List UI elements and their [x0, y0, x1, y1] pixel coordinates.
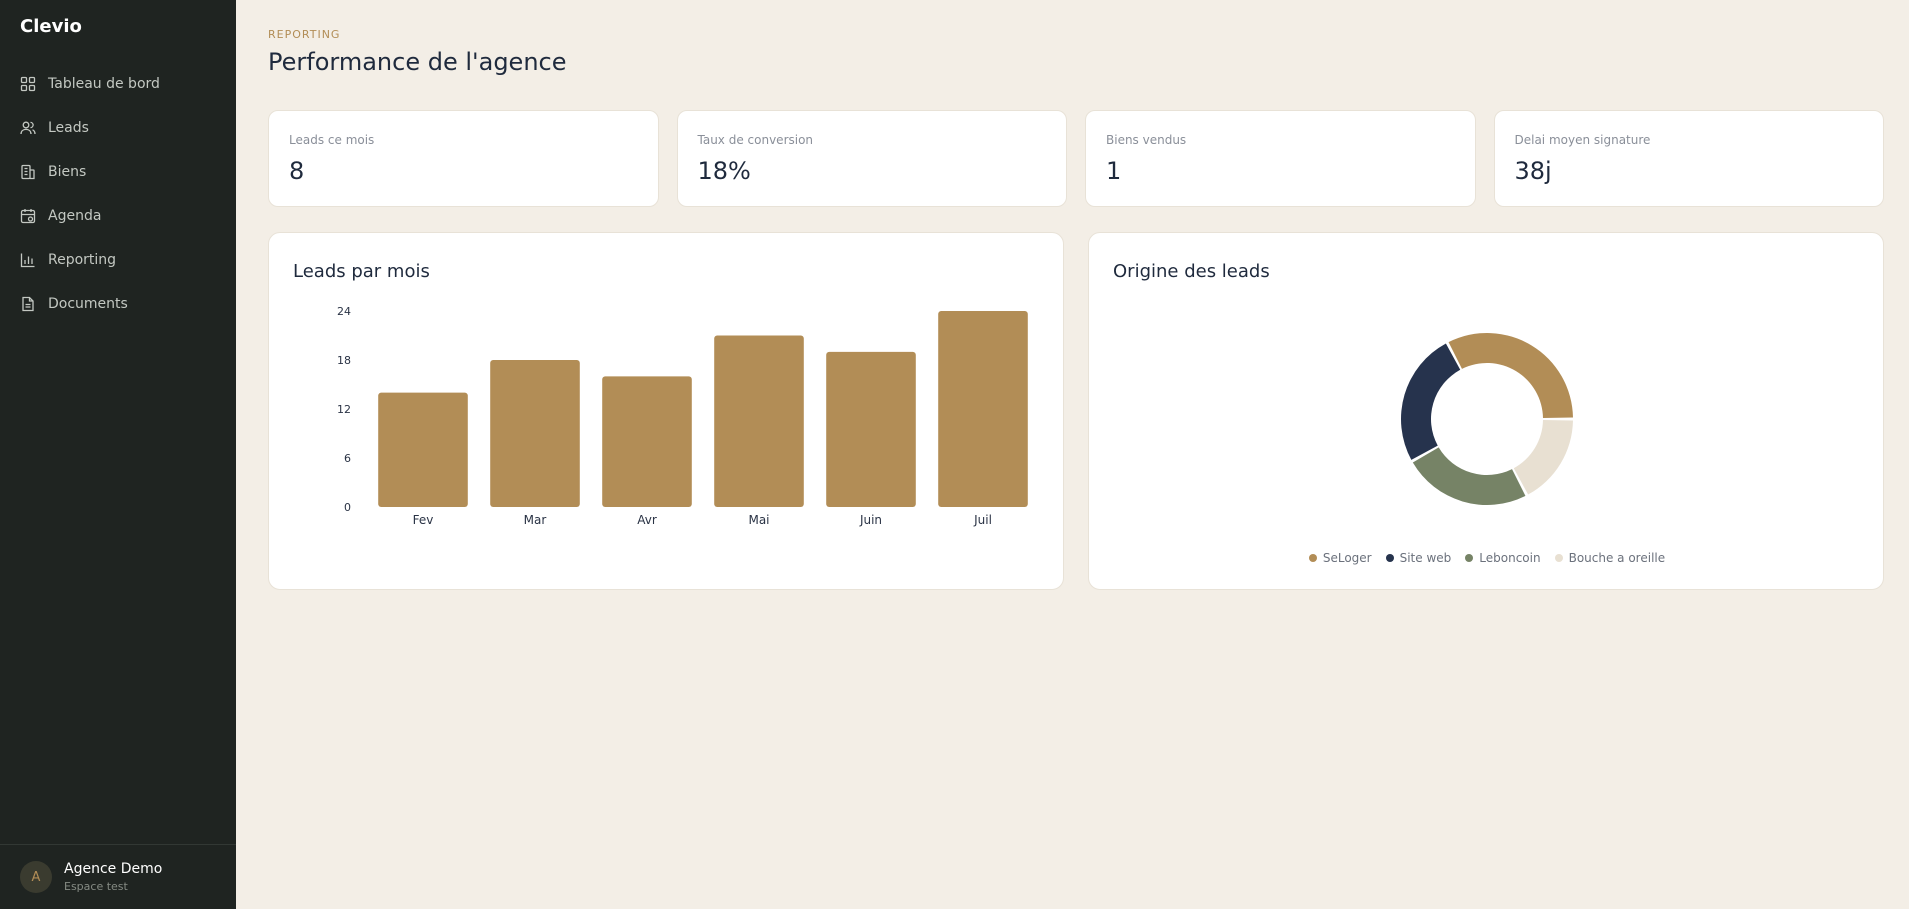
kpi-row: Leads ce mois 8 Taux de conversion 18% B… [268, 110, 1884, 207]
bar-chart: 0 6 12 18 24 Fev Mar Avr Mai Juin Juil [337, 305, 1028, 527]
sidebar-item-label: Leads [48, 120, 89, 136]
y-tick-label: 12 [337, 403, 351, 416]
sidebar-item-label: Biens [48, 164, 87, 180]
sidebar-item-leads[interactable]: Leads [0, 106, 236, 150]
donut-slice-site-web [1401, 343, 1461, 460]
sidebar-item-label: Documents [48, 296, 128, 312]
app-logo[interactable]: Clevio [20, 16, 82, 37]
user-profile[interactable]: A Agence Demo Espace test [0, 844, 236, 909]
y-tick-label: 6 [344, 452, 351, 465]
sidebar-item-label: Reporting [48, 252, 117, 268]
page-eyebrow: REPORTING [268, 28, 341, 41]
kpi-card-delai: Delai moyen signature 38j [1493, 110, 1884, 207]
sidebar-item-agenda[interactable]: Agenda [0, 194, 236, 238]
legend-swatch [1465, 554, 1474, 562]
kpi-value: 38j [1514, 157, 1552, 185]
x-tick-label: Juin [859, 513, 882, 527]
sidebar-item-documents[interactable]: Documents [0, 282, 236, 326]
legend-label: SeLoger [1322, 551, 1372, 565]
legend-label: Bouche a oreille [1568, 551, 1666, 565]
bar-fev [378, 392, 468, 507]
donut-chart [1401, 333, 1573, 505]
kpi-card-leads: Leads ce mois 8 [268, 110, 659, 207]
sidebar-nav: Tableau de bord Leads Biens Agenda Repor… [0, 62, 236, 326]
kpi-label: Taux de conversion [697, 133, 814, 147]
y-tick-label: 24 [337, 305, 351, 318]
kpi-card-conversion: Taux de conversion 18% [676, 110, 1067, 207]
sidebar-item-label: Agenda [48, 208, 102, 224]
legend-swatch [1554, 554, 1563, 562]
y-tick-label: 0 [344, 501, 351, 514]
legend-swatch [1308, 554, 1317, 562]
bar-juil [938, 311, 1028, 507]
x-tick-label: Fev [413, 513, 434, 527]
user-subtitle: Espace test [64, 880, 128, 893]
kpi-label: Biens vendus [1106, 133, 1187, 147]
donut-chart-title: Origine des leads [1113, 261, 1270, 282]
users-icon [20, 120, 36, 136]
bar-mar [490, 360, 580, 507]
avatar: A [20, 861, 52, 893]
page-title: Performance de l'agence [268, 48, 567, 76]
bar-mai [714, 335, 804, 507]
legend-label: Site web [1399, 551, 1452, 565]
y-tick-label: 18 [337, 354, 351, 367]
legend-item-seloger: SeLoger [1308, 551, 1372, 565]
x-tick-label: Juil [973, 513, 992, 527]
user-name: Agence Demo [64, 861, 163, 877]
bar-chart-title: Leads par mois [293, 261, 430, 282]
bar-avr [602, 376, 692, 507]
sidebar-item-biens[interactable]: Biens [0, 150, 236, 194]
bar-chart-icon [20, 252, 36, 268]
legend-label: Leboncoin [1479, 551, 1541, 565]
grid-icon [20, 76, 36, 92]
leads-per-month-panel: 0 6 12 18 24 Fev Mar Avr Mai Juin Juil Leads par m… [268, 232, 1064, 590]
x-tick-label: Mai [748, 513, 769, 527]
donut-legend: SeLoger Site web Leboncoin Bouche a orei… [1089, 551, 1885, 565]
building-icon [20, 164, 36, 180]
donut-slice-bouche-a-oreille [1513, 419, 1573, 495]
legend-item-bouche-a-oreille: Bouche a oreille [1554, 551, 1666, 565]
legend-item-site-web: Site web [1385, 551, 1452, 565]
document-icon [20, 296, 36, 312]
calendar-icon [20, 208, 36, 224]
kpi-value: 1 [1106, 157, 1122, 185]
bar-juin [826, 351, 916, 507]
donut-slice-leboncoin [1412, 447, 1526, 505]
kpi-label: Delai moyen signature [1514, 133, 1651, 147]
legend-swatch [1385, 554, 1394, 562]
sidebar-item-tableau-de-bord[interactable]: Tableau de bord [0, 62, 236, 106]
kpi-label: Leads ce mois [289, 133, 375, 147]
sidebar-item-reporting[interactable]: Reporting [0, 238, 236, 282]
kpi-value: 18% [697, 157, 751, 185]
kpi-value: 8 [289, 157, 305, 185]
sidebar-item-label: Tableau de bord [48, 76, 160, 92]
sidebar: Clevio Tableau de bord Leads Biens Agend… [0, 0, 236, 909]
lead-origin-panel: Origine des leads SeLoger Site web Lebon… [1088, 232, 1884, 590]
donut-slice-seloger [1448, 333, 1573, 419]
kpi-card-biens-vendus: Biens vendus 1 [1085, 110, 1476, 207]
x-tick-label: Mar [524, 513, 547, 527]
legend-item-leboncoin: Leboncoin [1465, 551, 1541, 565]
x-tick-label: Avr [637, 513, 657, 527]
